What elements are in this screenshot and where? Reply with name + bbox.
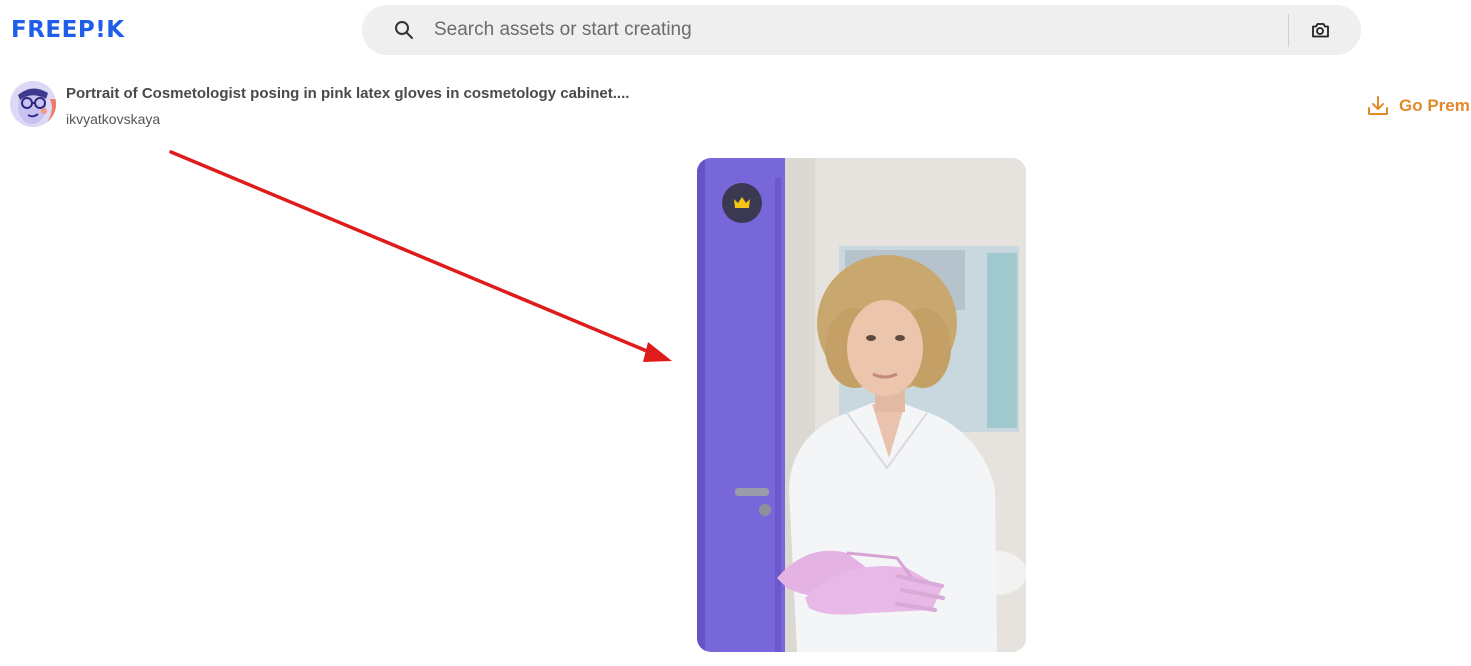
search-icon xyxy=(395,21,413,39)
asset-image[interactable] xyxy=(697,158,1026,652)
avatar-illustration xyxy=(10,81,56,127)
download-icon xyxy=(1368,96,1388,115)
crown-icon xyxy=(734,197,750,208)
author-name[interactable]: ikvyatkovskaya xyxy=(66,111,160,128)
go-premium-button[interactable]: Go Prem xyxy=(1366,93,1470,119)
go-premium-label: Go Prem xyxy=(1399,96,1470,115)
search-divider xyxy=(1288,14,1289,47)
camera-icon[interactable] xyxy=(1310,20,1330,40)
asset-title[interactable]: Portrait of Cosmetologist posing in pink… xyxy=(66,85,629,103)
premium-badge xyxy=(722,183,762,223)
author-avatar[interactable] xyxy=(10,81,56,127)
cosmetologist-photo xyxy=(697,158,1026,652)
freepik-logo[interactable]: FREEP!K xyxy=(11,17,125,43)
search-input[interactable]: Search assets or start creating xyxy=(434,19,692,41)
search-bar[interactable]: Search assets or start creating xyxy=(362,5,1361,55)
page: FREEP!K Search assets or start creating … xyxy=(0,0,1471,666)
